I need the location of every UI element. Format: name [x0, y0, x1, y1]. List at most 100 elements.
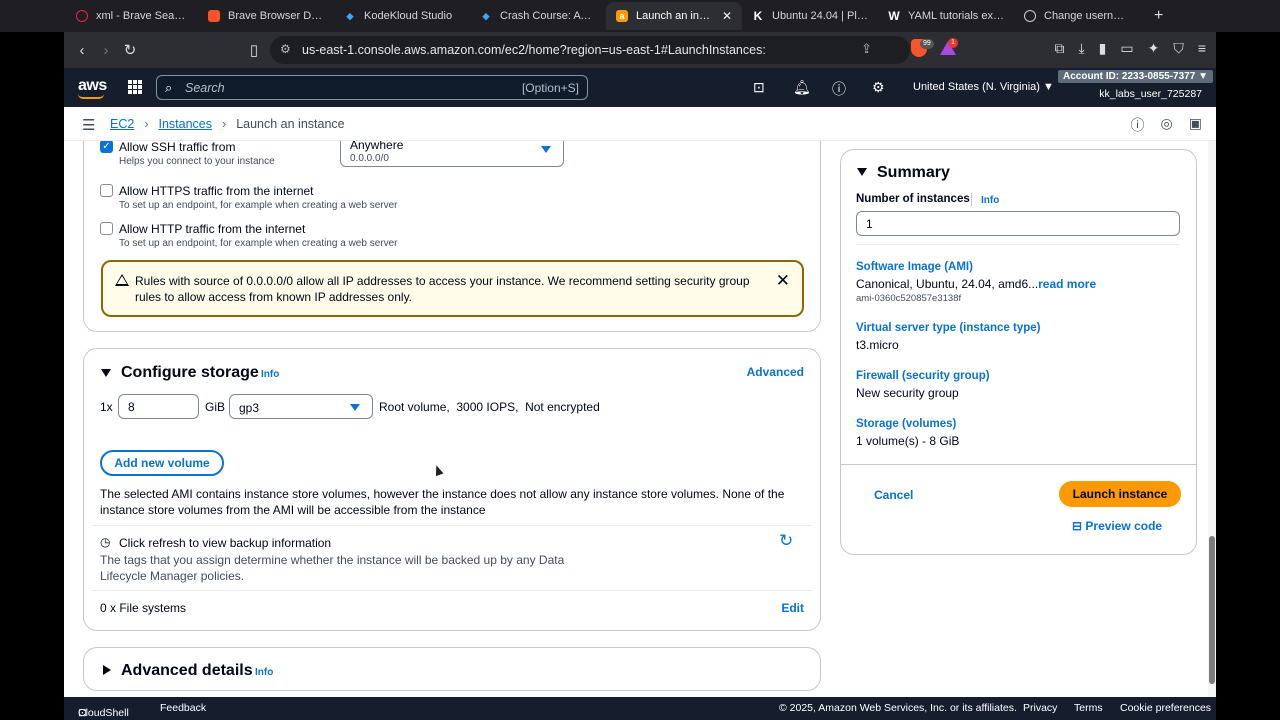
- share-icon[interactable]: ⇪: [861, 41, 872, 57]
- close-icon[interactable]: ✕: [776, 271, 790, 291]
- backup-description: The tags that you assign determine wheth…: [100, 553, 565, 583]
- k-icon: K: [753, 9, 763, 23]
- help-icon[interactable]: ⓘ: [832, 79, 846, 99]
- instances-count-input[interactable]: 1: [856, 211, 1180, 236]
- http-checkbox[interactable]: [100, 222, 113, 235]
- tab-yaml-tutorials[interactable]: W YAML tutorials examp: [878, 2, 1014, 30]
- ami-summary-link[interactable]: Software Image (AMI): [856, 261, 973, 273]
- warning-icon: [115, 274, 129, 286]
- instance-type-value: t3.micro: [856, 338, 899, 352]
- storage-info-link[interactable]: Info: [261, 369, 279, 380]
- collapse-icon[interactable]: [101, 369, 111, 377]
- hamburger-menu-icon[interactable]: ☰: [82, 116, 95, 134]
- cloudshell-icon[interactable]: ⊡: [753, 79, 765, 96]
- advanced-details-title[interactable]: Advanced details: [121, 662, 253, 680]
- instances-count-label: Number of instances: [856, 193, 970, 205]
- advanced-link[interactable]: Advanced: [747, 365, 804, 379]
- firewall-link[interactable]: Firewall (security group): [856, 370, 990, 382]
- breadcrumb: EC2 › Instances › Launch an instance: [110, 117, 345, 131]
- https-label: Allow HTTPS traffic from the internet: [119, 184, 314, 198]
- backup-title: Click refresh to view backup information: [119, 536, 332, 550]
- breadcrumb-bar: ☰ EC2 › Instances › Launch an instance ⓘ…: [64, 107, 1216, 141]
- reader-icon[interactable]: ⧉: [1054, 40, 1064, 57]
- tab-kodekloud-studio[interactable]: ◆ KodeKloud Studio: [334, 2, 470, 30]
- ssh-checkbox[interactable]: ✓: [100, 141, 113, 153]
- services-grid-icon[interactable]: [128, 80, 142, 94]
- https-checkbox[interactable]: [100, 184, 113, 197]
- chevron-right-icon: ›: [222, 117, 227, 131]
- scrollbar-thumb[interactable]: [1209, 536, 1215, 684]
- preview-code-button[interactable]: ⊟ Preview code: [1072, 519, 1162, 533]
- storage-summary-value: 1 volume(s) - 8 GiB: [856, 434, 960, 448]
- clock-icon: ◷: [100, 535, 111, 549]
- close-icon[interactable]: ✕: [722, 9, 732, 23]
- storage-summary-link[interactable]: Storage (volumes): [856, 418, 956, 430]
- volume-description: Root volume, 3000 IOPS, Not encrypted: [379, 400, 600, 414]
- instances-info-link[interactable]: Info: [981, 195, 999, 206]
- menu-icon[interactable]: ≡: [1198, 40, 1206, 57]
- aws-logo[interactable]: aws: [78, 77, 107, 99]
- url-field[interactable]: ⚙ us-east-1.console.aws.amazon.com/ec2/h…: [270, 36, 910, 64]
- w-icon: W: [888, 9, 900, 23]
- caret-down-icon: [350, 404, 360, 411]
- expand-icon[interactable]: [103, 665, 111, 675]
- ssh-label: Allow SSH traffic from: [119, 141, 236, 154]
- launch-instance-button[interactable]: Launch instance: [1059, 481, 1181, 507]
- volume-type-select[interactable]: gp3: [229, 394, 373, 419]
- ssh-source-select[interactable]: Anywhere 0.0.0.0/0: [340, 141, 564, 167]
- volume-size-input[interactable]: 8: [118, 394, 199, 419]
- tab-brave-search[interactable]: xml - Brave Search: [66, 2, 198, 30]
- region-selector[interactable]: United States (N. Virginia) ▼: [913, 81, 1054, 93]
- https-sublabel: To set up an endpoint, for example when …: [119, 200, 398, 211]
- back-icon[interactable]: ‹: [70, 42, 94, 59]
- volume-multiplier: 1x: [100, 400, 113, 414]
- advanced-info-link[interactable]: Info: [255, 667, 273, 678]
- tab-launch-instance[interactable]: a Launch an instan ✕: [606, 2, 742, 30]
- user-name[interactable]: kk_labs_user_725287: [1099, 88, 1202, 100]
- tab-crash-course[interactable]: ◆Crash Course: AWS B: [470, 2, 606, 30]
- cancel-button[interactable]: Cancel: [874, 488, 913, 502]
- main-content: ✓ Allow SSH traffic from Helps you conne…: [64, 141, 1216, 697]
- http-sublabel: To set up an endpoint, for example when …: [119, 238, 398, 249]
- breadcrumb-ec2[interactable]: EC2: [110, 117, 134, 131]
- feedback-link[interactable]: Feedback: [160, 702, 206, 714]
- instance-type-link[interactable]: Virtual server type (instance type): [856, 322, 1041, 334]
- gear-icon[interactable]: ⚙: [872, 79, 885, 96]
- refresh-icon[interactable]: ↻: [779, 531, 793, 551]
- copyright-text: © 2025, Amazon Web Services, Inc. or its…: [779, 702, 1017, 714]
- terms-link[interactable]: Terms: [1074, 702, 1103, 714]
- file-systems-label: 0 x File systems: [100, 601, 187, 615]
- sidebar-icon[interactable]: ▮: [1099, 40, 1107, 57]
- page-scrollbar[interactable]: [1208, 141, 1216, 697]
- wallet-icon[interactable]: ▭: [1120, 40, 1133, 57]
- search-input[interactable]: ⌕ Search [Option+S]: [156, 75, 588, 100]
- summary-title: Summary: [877, 164, 950, 181]
- forward-icon[interactable]: ›: [94, 42, 118, 59]
- ami-summary-value: Canonical, Ubuntu, 24.04, amd6...read mo…: [856, 277, 1097, 291]
- vpn-icon[interactable]: ⛉: [1173, 40, 1184, 57]
- leo-icon[interactable]: ✦: [1148, 40, 1160, 57]
- tab-brave-download[interactable]: Brave Browser Down: [198, 2, 334, 30]
- account-id-badge[interactable]: Account ID: 2233-0855-7377 ▼: [1058, 70, 1213, 83]
- privacy-link[interactable]: Privacy: [1023, 702, 1057, 714]
- read-more-link[interactable]: read more: [1038, 277, 1096, 291]
- bell-icon[interactable]: 🔔︎: [793, 79, 811, 96]
- settings-circle-icon[interactable]: ◎: [1161, 115, 1173, 135]
- feedback-panel-icon[interactable]: ▣: [1189, 115, 1202, 135]
- new-tab-icon[interactable]: +: [1154, 7, 1163, 25]
- file-systems-edit-link[interactable]: Edit: [781, 601, 804, 615]
- site-settings-icon[interactable]: ⚙: [280, 42, 291, 56]
- browser-tab-bar: xml - Brave Search Brave Browser Down ◆ K…: [0, 0, 1280, 32]
- rewards-count-badge: 1: [948, 38, 958, 48]
- tab-change-username[interactable]: Change username in: [1014, 2, 1140, 30]
- cookie-preferences-link[interactable]: Cookie preferences: [1120, 702, 1211, 714]
- info-panel-icon[interactable]: ⓘ: [1131, 115, 1145, 135]
- breadcrumb-current: Launch an instance: [236, 117, 345, 131]
- download-icon[interactable]: ⤓: [1078, 40, 1084, 57]
- tab-ubuntu-playground[interactable]: K Ubuntu 24.04 | Playg: [742, 2, 878, 30]
- collapse-icon[interactable]: [857, 168, 867, 176]
- add-new-volume-button[interactable]: Add new volume: [100, 450, 224, 476]
- reload-icon[interactable]: ↻: [118, 41, 142, 59]
- breadcrumb-instances[interactable]: Instances: [159, 117, 213, 131]
- bookmark-icon[interactable]: ▯: [242, 41, 266, 59]
